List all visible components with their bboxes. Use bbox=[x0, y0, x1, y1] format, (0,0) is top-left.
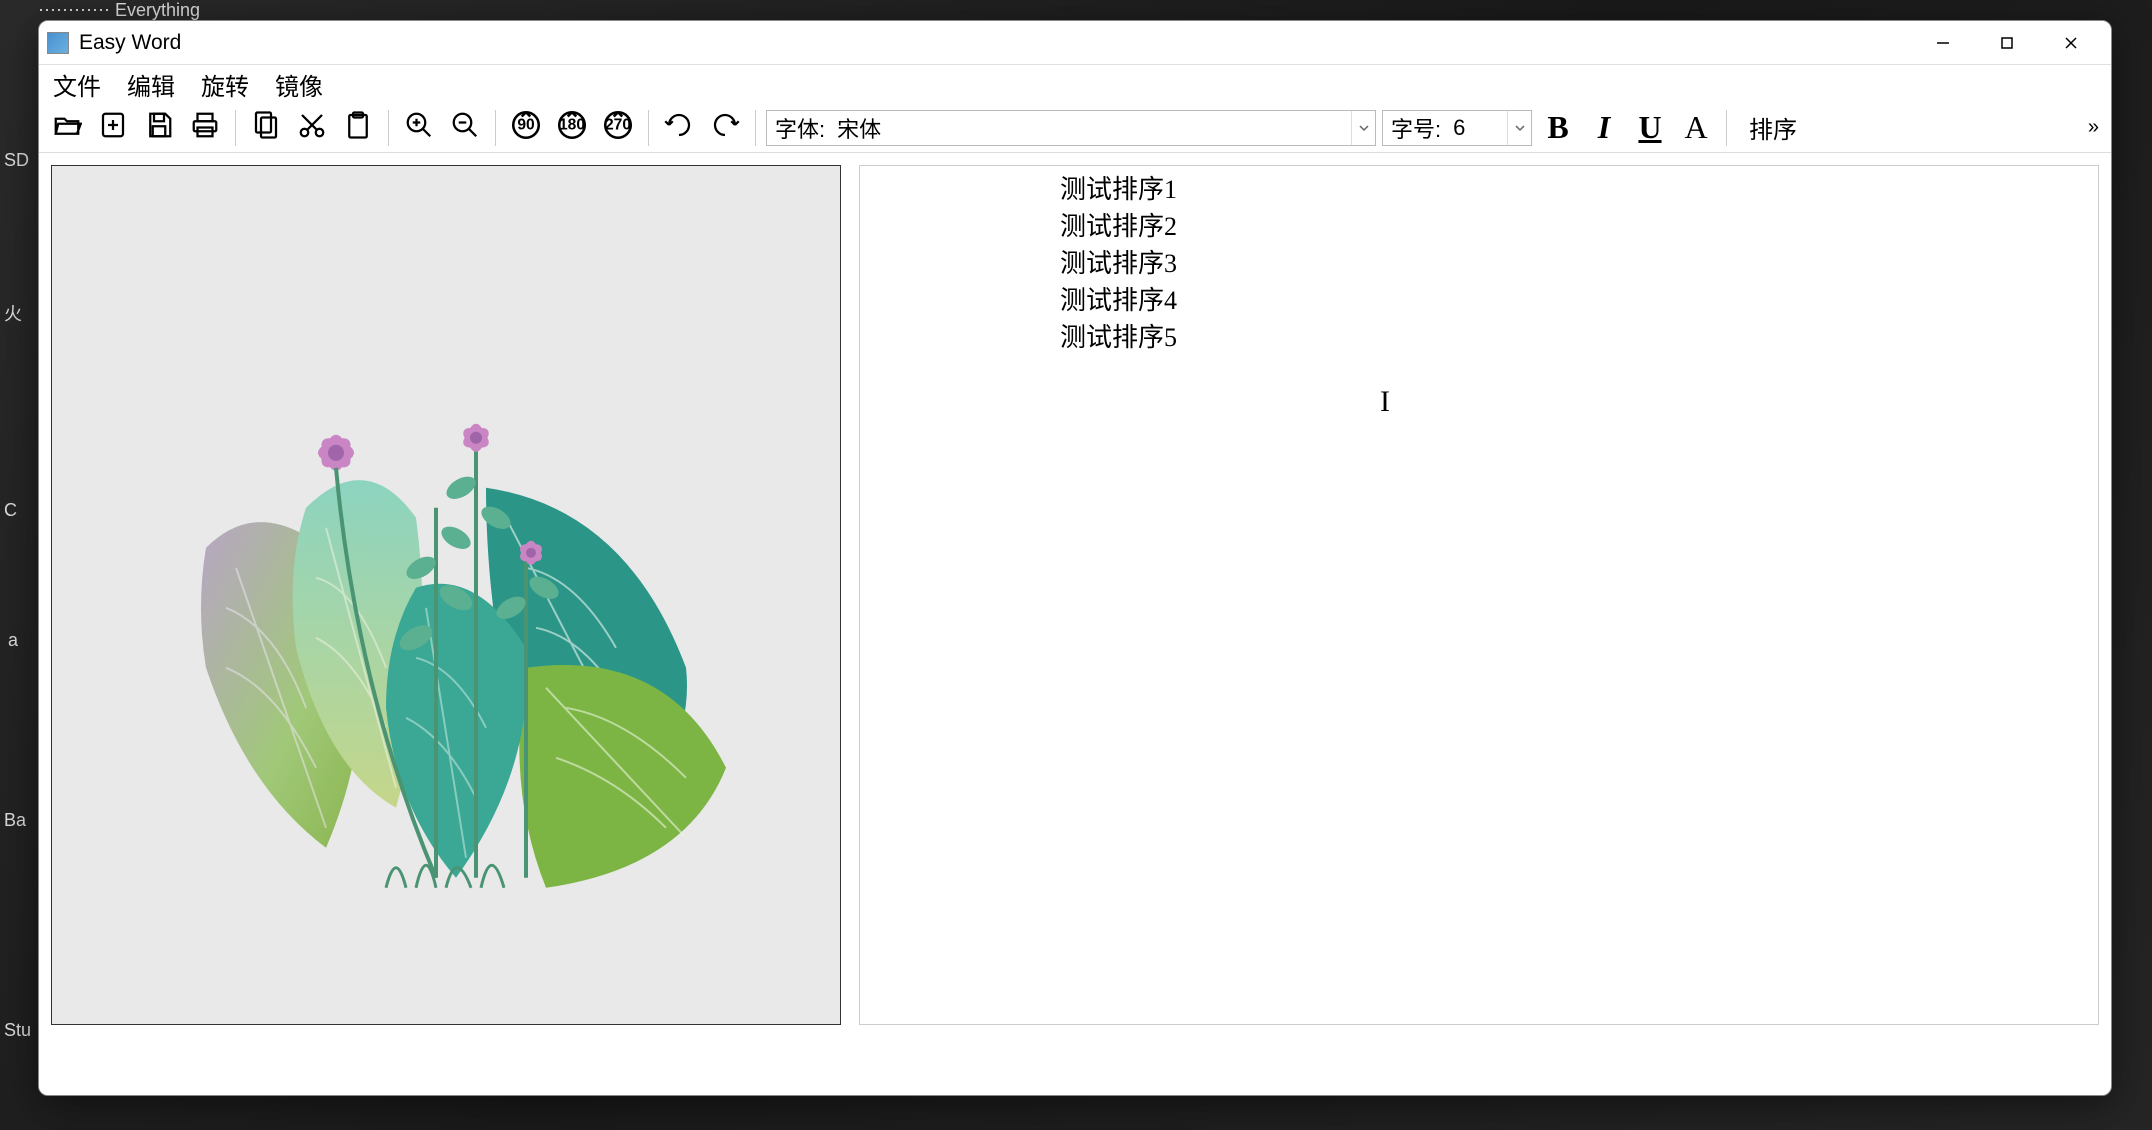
print-button[interactable] bbox=[185, 108, 225, 148]
titlebar[interactable]: Easy Word bbox=[39, 21, 2111, 65]
close-button[interactable] bbox=[2039, 21, 2103, 65]
font-family-select[interactable]: 字体: 宋体 bbox=[766, 110, 1376, 146]
zoom-in-button[interactable] bbox=[399, 108, 439, 148]
toolbar-separator bbox=[648, 110, 649, 146]
underline-icon: U bbox=[1638, 109, 1661, 146]
window-controls bbox=[1911, 21, 2103, 65]
italic-icon: I bbox=[1598, 109, 1610, 146]
toolbar-separator bbox=[1726, 110, 1727, 146]
toolbar-separator bbox=[235, 110, 236, 146]
text-cursor-icon: I bbox=[1380, 381, 1390, 424]
menu-rotate[interactable]: 旋转 bbox=[195, 65, 255, 104]
redo-button[interactable] bbox=[705, 108, 745, 148]
undo-button[interactable] bbox=[659, 108, 699, 148]
plant-illustration bbox=[126, 288, 766, 928]
toolbar-overflow-button[interactable]: » bbox=[2084, 112, 2103, 143]
toolbar: 90 180 270 字体: 宋体 bbox=[39, 103, 2111, 153]
desktop-label: C bbox=[4, 500, 17, 521]
clipboard-icon bbox=[343, 110, 373, 145]
rotate-180-button[interactable]: 180 bbox=[552, 108, 592, 148]
rotate-180-icon: 180 bbox=[555, 108, 589, 147]
window-title: Easy Word bbox=[79, 31, 1911, 55]
open-button[interactable] bbox=[47, 108, 87, 148]
toolbar-separator bbox=[495, 110, 496, 146]
toolbar-separator bbox=[755, 110, 756, 146]
scissors-icon bbox=[297, 110, 327, 145]
copy-icon bbox=[251, 110, 281, 145]
minimize-button[interactable] bbox=[1911, 21, 1975, 65]
new-button[interactable] bbox=[93, 108, 133, 148]
font-size-select[interactable]: 字号: 6 bbox=[1382, 110, 1532, 146]
app-icon bbox=[47, 32, 69, 54]
desktop-label: a bbox=[8, 630, 18, 651]
svg-text:90: 90 bbox=[517, 116, 535, 133]
zoom-out-button[interactable] bbox=[445, 108, 485, 148]
text-line: 测试排序4 bbox=[1060, 283, 1898, 320]
text-line: 测试排序1 bbox=[1060, 172, 1898, 209]
sort-button[interactable]: 排序 bbox=[1737, 106, 1809, 149]
chevron-down-icon[interactable] bbox=[1351, 111, 1375, 145]
rotate-90-icon: 90 bbox=[509, 108, 543, 147]
svg-text:270: 270 bbox=[605, 116, 631, 133]
rotate-90-button[interactable]: 90 bbox=[506, 108, 546, 148]
image-panel[interactable] bbox=[51, 165, 841, 1025]
font-family-value: 宋体 bbox=[831, 112, 1351, 144]
text-line: 测试排序5 bbox=[1060, 320, 1898, 357]
paste-button[interactable] bbox=[338, 108, 378, 148]
text-line: 测试排序3 bbox=[1060, 246, 1898, 283]
file-plus-icon bbox=[98, 110, 128, 145]
font-color-icon: A bbox=[1684, 109, 1707, 146]
undo-icon bbox=[664, 110, 694, 145]
menu-mirror[interactable]: 镜像 bbox=[269, 65, 329, 104]
redo-icon bbox=[710, 110, 740, 145]
bold-icon: B bbox=[1547, 109, 1568, 146]
folder-open-icon bbox=[52, 110, 82, 145]
menubar: 文件 编辑 旋转 镜像 bbox=[39, 65, 2111, 103]
desktop-label: Ba bbox=[4, 810, 26, 831]
rotate-270-button[interactable]: 270 bbox=[598, 108, 638, 148]
underline-button[interactable]: U bbox=[1630, 108, 1670, 148]
toolbar-separator bbox=[388, 110, 389, 146]
font-size-value: 6 bbox=[1447, 115, 1507, 141]
maximize-button[interactable] bbox=[1975, 21, 2039, 65]
menu-file[interactable]: 文件 bbox=[47, 65, 107, 104]
menu-edit[interactable]: 编辑 bbox=[121, 65, 181, 104]
printer-icon bbox=[190, 110, 220, 145]
text-line: 测试排序2 bbox=[1060, 209, 1898, 246]
font-family-label: 字体: bbox=[767, 112, 831, 144]
cut-button[interactable] bbox=[292, 108, 332, 148]
zoom-out-icon bbox=[450, 110, 480, 145]
save-button[interactable] bbox=[139, 108, 179, 148]
copy-button[interactable] bbox=[246, 108, 286, 148]
rotate-270-icon: 270 bbox=[601, 108, 635, 147]
italic-button[interactable]: I bbox=[1584, 108, 1624, 148]
app-window: Easy Word 文件 编辑 旋转 镜像 bbox=[38, 20, 2112, 1096]
svg-text:180: 180 bbox=[559, 116, 585, 133]
content-area: 测试排序1 测试排序2 测试排序3 测试排序4 测试排序5 I bbox=[39, 153, 2111, 1095]
font-color-button[interactable]: A bbox=[1676, 108, 1716, 148]
save-icon bbox=[144, 110, 174, 145]
desktop-label: Stu bbox=[4, 1020, 31, 1041]
text-editor[interactable]: 测试排序1 测试排序2 测试排序3 测试排序4 测试排序5 I bbox=[859, 165, 2099, 1025]
desktop-label: SD bbox=[4, 150, 29, 171]
font-size-label: 字号: bbox=[1383, 112, 1447, 144]
zoom-in-icon bbox=[404, 110, 434, 145]
desktop-label: ⋯⋯⋯⋯ Everything bbox=[38, 0, 200, 21]
desktop-label: 火 bbox=[4, 300, 22, 326]
bold-button[interactable]: B bbox=[1538, 108, 1578, 148]
chevron-down-icon[interactable] bbox=[1507, 111, 1531, 145]
